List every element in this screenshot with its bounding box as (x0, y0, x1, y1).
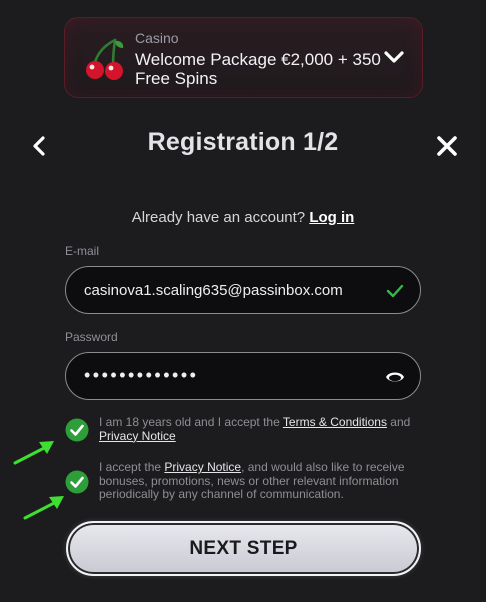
consent-marketing-text: I accept the Privacy Notice, and would a… (99, 460, 405, 501)
consent-age-text: I am 18 years old and I accept the Terms… (99, 415, 411, 443)
check-circle-icon[interactable] (65, 418, 89, 442)
eye-icon[interactable] (385, 368, 405, 386)
chevron-down-icon[interactable] (383, 48, 405, 66)
check-circle-icon[interactable] (65, 470, 89, 494)
terms-link[interactable]: Terms & Conditions (283, 415, 387, 429)
password-label: Password (65, 330, 118, 344)
privacy-link-age[interactable]: Privacy Notice (99, 429, 176, 443)
promo-card[interactable]: Casino Welcome Package €2,000 + 350 Free… (64, 17, 423, 98)
cherry-icon (86, 38, 124, 80)
promo-title: Welcome Package €2,000 + 350 Free Spins (135, 50, 381, 88)
password-field[interactable]: ••••••••••••• (65, 352, 421, 400)
email-field[interactable]: casinova1.scaling635@passinbox.com (65, 266, 421, 314)
login-prompt-text: Already have an account? (131, 209, 306, 226)
password-value: ••••••••••••• (84, 365, 199, 385)
login-prompt: Already have an account? Log in (0, 209, 486, 226)
close-icon[interactable] (435, 134, 459, 158)
next-step-button[interactable]: NEXT STEP (66, 521, 421, 576)
promo-category: Casino (135, 30, 179, 46)
privacy-link-marketing[interactable]: Privacy Notice (164, 460, 241, 474)
login-link[interactable]: Log in (309, 209, 354, 226)
email-label: E-mail (65, 244, 100, 258)
checkmark-icon (386, 284, 404, 298)
email-value: casinova1.scaling635@passinbox.com (84, 282, 343, 299)
page-title: Registration 1/2 (147, 128, 339, 156)
arrow-icon (13, 441, 54, 465)
arrow-icon (23, 496, 64, 520)
